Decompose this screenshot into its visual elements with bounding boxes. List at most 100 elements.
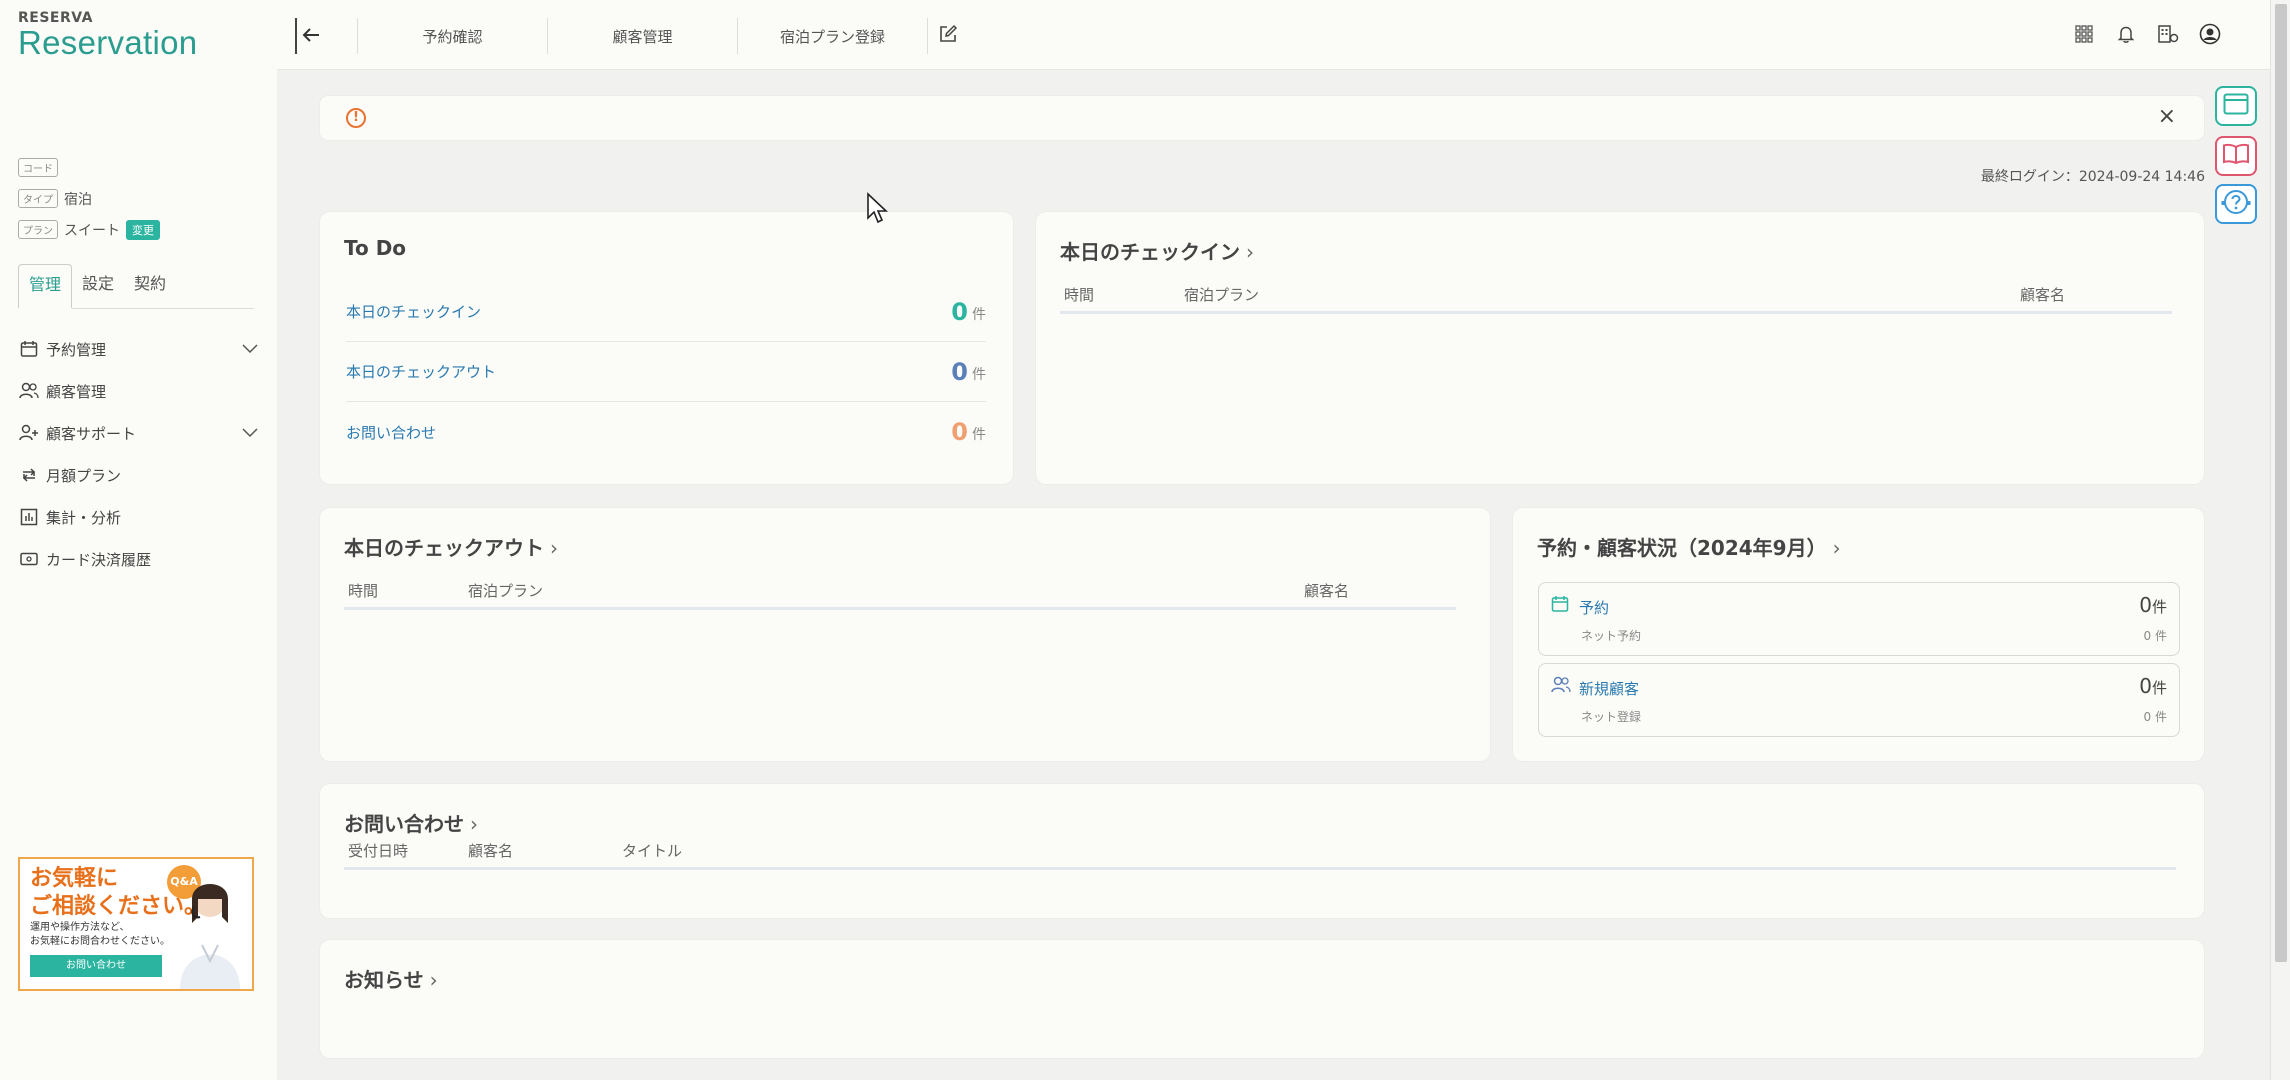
sidebar-item-monthly-plan[interactable]: 月額プラン bbox=[18, 454, 258, 496]
banner-desc-line2: お気軽にお問合わせください。 bbox=[30, 936, 170, 947]
topnav-reservation-check[interactable]: 予約確認 bbox=[357, 18, 547, 54]
support-banner[interactable]: お気軽に ご相談ください。 Q&A 運用や操作方法など、 お気軽にお問合わせくだ… bbox=[18, 857, 254, 991]
checkout-title[interactable]: 本日のチェックアウト › bbox=[344, 532, 558, 561]
status-title-text: 予約・顧客状況（2024年9月） bbox=[1537, 536, 1827, 560]
building-settings-icon[interactable] bbox=[2156, 22, 2180, 46]
tab-manage[interactable]: 管理 bbox=[18, 264, 73, 309]
bell-icon[interactable] bbox=[2114, 22, 2138, 46]
checkin-title-text: 本日のチェックイン bbox=[1060, 240, 1240, 264]
col-title: タイトル bbox=[622, 842, 683, 860]
sidebar-item-card-history[interactable]: カード決済履歴 bbox=[18, 538, 258, 580]
card-icon bbox=[18, 548, 40, 570]
stat-new-customers-link[interactable]: 新規顧客 bbox=[1579, 678, 1639, 699]
stat-reservations: 予約 ネット予約 0件 0 件 bbox=[1538, 582, 2180, 656]
sidebar-tabs: 管理 設定 契約 bbox=[18, 264, 254, 309]
page-scrollbar[interactable] bbox=[2270, 0, 2290, 1080]
tab-settings[interactable]: 設定 bbox=[72, 264, 124, 309]
news-title[interactable]: お知らせ › bbox=[344, 964, 438, 993]
todo-checkin-link[interactable]: 本日のチェックイン bbox=[346, 301, 481, 322]
chevron-right-icon: › bbox=[1246, 240, 1254, 264]
edit-button[interactable] bbox=[927, 18, 967, 54]
stat-count-unit: 件 bbox=[2151, 598, 2167, 616]
todo-row-checkin: 本日のチェックイン 0 件 bbox=[346, 282, 986, 342]
sidebar-item-support[interactable]: 顧客サポート bbox=[18, 412, 258, 454]
help-headset-icon bbox=[2221, 187, 2251, 221]
col-customer: 顧客名 bbox=[468, 842, 514, 860]
code-row: コード bbox=[18, 152, 160, 183]
users-icon bbox=[18, 380, 40, 402]
float-manual-button[interactable] bbox=[2215, 136, 2257, 176]
checkout-title-text: 本日のチェックアウト bbox=[344, 536, 544, 560]
status-card: 予約・顧客状況（2024年9月） › 予約 ネット予約 0件 0 件 新規顧客 ネ… bbox=[1513, 508, 2204, 761]
stat-reservations-link[interactable]: 予約 bbox=[1579, 597, 1609, 618]
stat-new-customers: 新規顧客 ネット登録 0件 0 件 bbox=[1538, 663, 2180, 737]
col-customer: 顧客名 bbox=[1304, 582, 1350, 600]
banner-desc-line1: 運用や操作方法など、 bbox=[30, 922, 130, 933]
float-help-button[interactable] bbox=[2215, 184, 2257, 224]
stat-reservations-count: 0件 bbox=[2139, 593, 2167, 617]
chevron-right-icon: › bbox=[470, 812, 478, 836]
repeat-icon bbox=[18, 464, 40, 486]
todo-row-checkout: 本日のチェックアウト 0 件 bbox=[346, 342, 986, 402]
col-customer: 顧客名 bbox=[2020, 286, 2066, 304]
mouse-cursor-icon bbox=[867, 192, 889, 224]
status-title[interactable]: 予約・顧客状況（2024年9月） › bbox=[1537, 532, 1841, 561]
account-meta: コード タイプ 宿泊 プラン スイート 変更 bbox=[18, 152, 160, 245]
todo-unit: 件 bbox=[972, 427, 986, 443]
account-icon[interactable] bbox=[2198, 22, 2222, 46]
chevron-right-icon: › bbox=[1832, 536, 1841, 560]
stat-count-value: 0 bbox=[2139, 674, 2152, 698]
col-time: 時間 bbox=[348, 582, 379, 600]
top-icons bbox=[2072, 22, 2222, 46]
inquiry-table-header: 受付日時 顧客名 タイトル bbox=[344, 834, 2176, 870]
checkout-card: 本日のチェックアウト › 時間 宿泊プラン 顧客名 bbox=[320, 508, 1490, 761]
topnav-customer-management[interactable]: 顧客管理 bbox=[547, 18, 737, 54]
chart-icon bbox=[18, 506, 40, 528]
col-time: 時間 bbox=[1064, 286, 1095, 304]
banner-contact-button[interactable]: お問い合わせ bbox=[30, 955, 162, 977]
tab-contract[interactable]: 契約 bbox=[124, 264, 176, 309]
todo-title: To Do bbox=[344, 236, 407, 260]
top-nav: 予約確認 顧客管理 宿泊プラン登録 bbox=[357, 18, 967, 54]
close-alert-button[interactable]: × bbox=[2158, 104, 2176, 129]
banner-desc: 運用や操作方法など、 お気軽にお問合わせください。 bbox=[30, 921, 170, 949]
brand-logo[interactable]: RESERVA Reservation bbox=[18, 10, 197, 62]
todo-checkout-link[interactable]: 本日のチェックアウト bbox=[346, 361, 496, 382]
checkin-table-header: 時間 宿泊プラン 顧客名 bbox=[1060, 278, 2172, 314]
sidebar-item-customers[interactable]: 顧客管理 bbox=[18, 370, 258, 412]
book-icon bbox=[2222, 143, 2250, 169]
sidebar-item-label: 顧客サポート bbox=[46, 424, 137, 443]
collapse-sidebar-button[interactable] bbox=[295, 18, 325, 54]
inquiry-title[interactable]: お問い合わせ › bbox=[344, 808, 478, 837]
apps-grid-icon[interactable] bbox=[2072, 22, 2096, 46]
col-plan: 宿泊プラン bbox=[468, 582, 544, 600]
sidebar-item-label: 月額プラン bbox=[46, 466, 122, 485]
inquiry-title-text: お問い合わせ bbox=[344, 812, 464, 836]
float-browser-button[interactable] bbox=[2215, 86, 2257, 126]
todo-unit: 件 bbox=[972, 306, 986, 323]
brand-big: Reservation bbox=[18, 24, 198, 61]
todo-card: To Do 本日のチェックイン 0 件 本日のチェックアウト 0 件 お問い合わ… bbox=[320, 212, 1013, 484]
todo-inquiry-link[interactable]: お問い合わせ bbox=[346, 422, 436, 443]
sidebar-item-analytics[interactable]: 集計・分析 bbox=[18, 496, 258, 538]
edit-icon bbox=[938, 24, 958, 48]
news-card: お知らせ › bbox=[320, 940, 2204, 1058]
sidebar-item-label: 顧客管理 bbox=[46, 382, 107, 401]
user-plus-icon bbox=[18, 422, 40, 444]
todo-inquiry-count: 0 bbox=[951, 418, 968, 446]
warning-icon: ! bbox=[346, 108, 366, 128]
checkin-title[interactable]: 本日のチェックイン › bbox=[1060, 236, 1254, 265]
scrollbar-thumb[interactable] bbox=[2275, 4, 2287, 962]
last-login: 最終ログイン：2024-09-24 14:46 bbox=[1980, 169, 2205, 185]
checkout-table-header: 時間 宿泊プラン 顧客名 bbox=[344, 574, 1456, 610]
stat-reservations-net: 0 件 bbox=[2143, 629, 2167, 643]
sidebar-item-reservations[interactable]: 予約管理 bbox=[18, 328, 258, 370]
col-received: 受付日時 bbox=[348, 842, 409, 860]
plan-tag: プラン bbox=[18, 220, 58, 239]
topnav-plan-register[interactable]: 宿泊プラン登録 bbox=[737, 18, 927, 54]
top-bar: 予約確認 顧客管理 宿泊プラン登録 bbox=[277, 0, 2270, 70]
sidebar-item-label: 集計・分析 bbox=[46, 508, 122, 527]
type-value: 宿泊 bbox=[64, 191, 92, 208]
type-tag: タイプ bbox=[18, 189, 58, 208]
change-plan-button[interactable]: 変更 bbox=[126, 219, 160, 240]
